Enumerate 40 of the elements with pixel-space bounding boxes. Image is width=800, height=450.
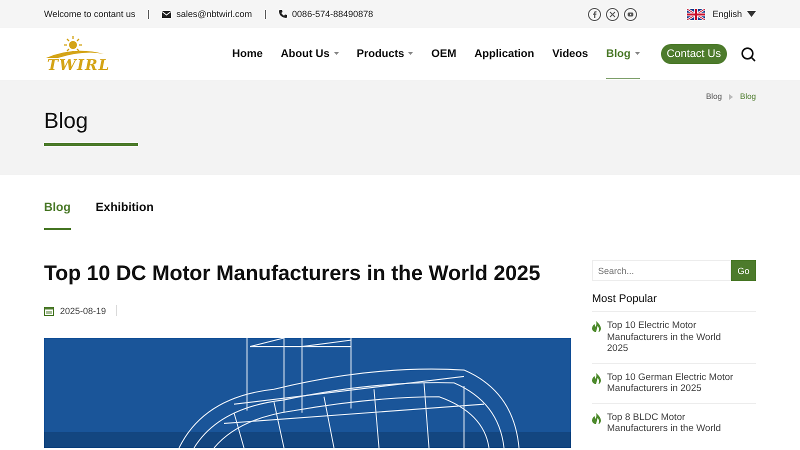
caret-icon bbox=[747, 11, 756, 17]
contact-button[interactable]: Contact Us bbox=[660, 44, 727, 64]
x-icon[interactable] bbox=[606, 8, 620, 20]
breadcrumb-link[interactable]: Blog bbox=[740, 92, 756, 101]
logo-icon bbox=[44, 36, 106, 58]
page-title: Blog bbox=[44, 108, 138, 146]
search-button[interactable]: Go bbox=[731, 260, 756, 281]
nav-link[interactable]: Home bbox=[232, 30, 263, 78]
sidebar-heading: Most Popular bbox=[592, 293, 756, 312]
phone-number: 0086-574-88490878 bbox=[292, 9, 374, 19]
nav-link[interactable]: Application bbox=[474, 30, 534, 78]
popular-post-link[interactable]: Top 10 German Electric Motor Manufacturers in 2025 bbox=[607, 372, 741, 394]
chevron-icon bbox=[728, 94, 733, 100]
mail-icon bbox=[162, 10, 172, 18]
email-link[interactable]: sales@nbtwirl.com bbox=[176, 9, 252, 19]
search-field[interactable]: Search... bbox=[592, 260, 731, 281]
logo-text: TWIRL bbox=[47, 58, 110, 72]
tab[interactable]: Exhibition bbox=[96, 200, 154, 228]
nav-link[interactable]: About Us bbox=[280, 30, 339, 78]
welcome-text: Welcome to contant us bbox=[44, 9, 136, 19]
play-icon[interactable] bbox=[624, 8, 638, 20]
tab[interactable]: Blog bbox=[44, 200, 71, 230]
popular-post-link[interactable]: Top 10 Electric Motor Manufacturers in the World 2025 bbox=[607, 320, 741, 354]
flame-icon bbox=[592, 372, 601, 384]
flame-icon bbox=[592, 321, 601, 332]
breadcrumb-link[interactable]: Blog bbox=[706, 92, 722, 101]
article-title: Top 10 DC Motor Manufacturers in the World 2025 bbox=[44, 262, 542, 287]
search-icon[interactable] bbox=[741, 46, 756, 62]
phone-icon bbox=[279, 10, 288, 18]
language-selector[interactable]: English bbox=[712, 9, 742, 19]
nav-link[interactable]: Blog bbox=[606, 30, 640, 78]
flame-icon bbox=[592, 412, 601, 424]
post-date: 2025-08-19 bbox=[60, 306, 106, 316]
flag-icon bbox=[687, 8, 706, 20]
calendar-icon bbox=[44, 306, 54, 316]
popular-post-link[interactable]: Top 8 BLDC Motor Manufacturers in the World bbox=[607, 412, 741, 434]
facebook-icon[interactable] bbox=[588, 8, 602, 20]
nav-link[interactable]: OEM bbox=[431, 30, 456, 78]
nav-link[interactable]: Videos bbox=[552, 30, 588, 78]
nav-link[interactable]: Products bbox=[356, 30, 414, 78]
